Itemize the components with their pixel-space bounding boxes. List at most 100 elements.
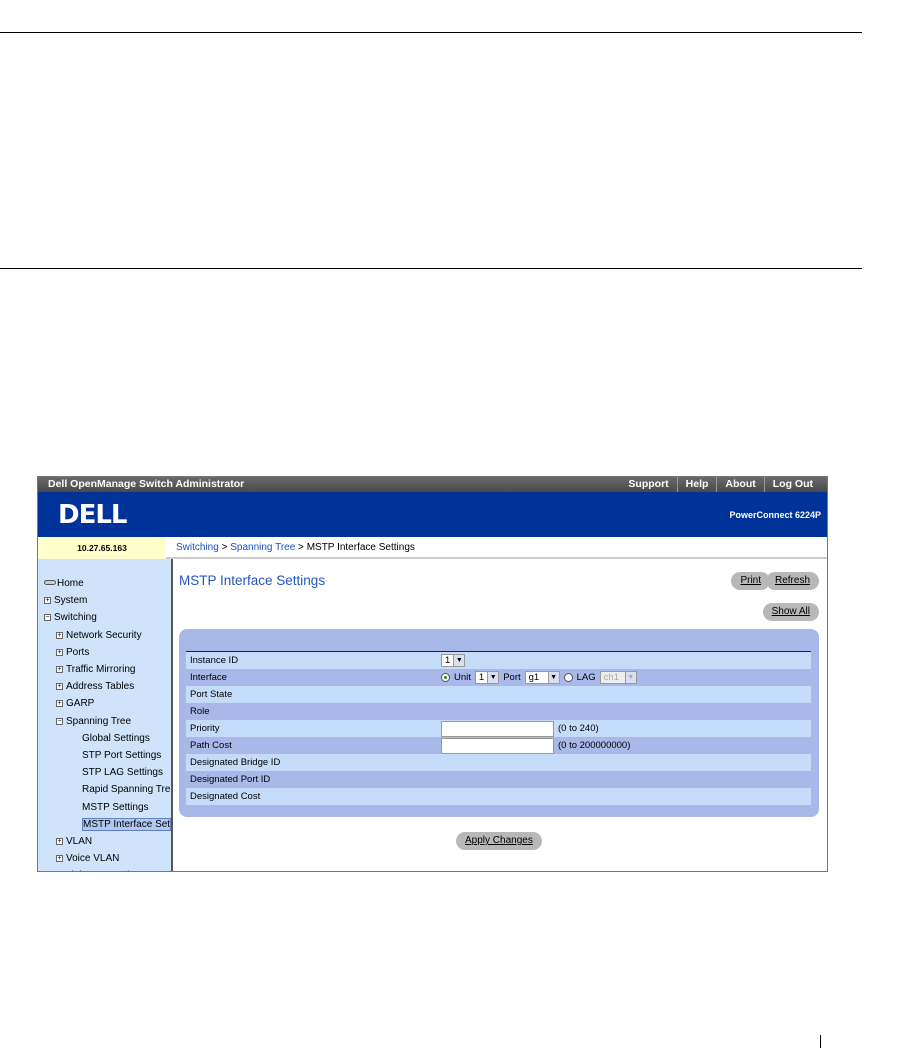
expand-icon[interactable]: + (44, 597, 51, 605)
settings-panel: Instance ID 1 ▼ Interface Unit 1 ▼ Port g1… (179, 629, 819, 817)
sidebar-item[interactable]: − Spanning Tree (56, 716, 131, 727)
title-bar: Dell OpenManage Switch Administrator Sup… (38, 477, 827, 492)
sidebar-item-label: Spanning Tree (66, 715, 132, 727)
section-rule (0, 268, 862, 269)
main-content: MSTP Interface Settings Print Refresh Sh… (173, 559, 827, 871)
sidebar-item-label: Global Settings (82, 732, 150, 744)
sidebar-item[interactable]: STP LAG Settings (82, 767, 163, 778)
app-title: Dell OpenManage Switch Administrator (48, 478, 245, 490)
label: Interface (190, 672, 227, 683)
sidebar-item-label: MSTP Interface Set (82, 817, 172, 831)
lag-label: LAG (576, 672, 596, 683)
chevron-down-icon: ▼ (487, 672, 499, 683)
sidebar-item[interactable]: + GARP (56, 698, 94, 709)
expand-icon[interactable]: + (56, 648, 63, 656)
sidebar-item-label: MSTP Settings (82, 801, 149, 813)
sidebar-item[interactable]: MSTP Interface Set (82, 817, 172, 831)
priority-range: (0 to 240) (558, 723, 599, 734)
label: Port State (190, 689, 233, 700)
row-path-cost: Path Cost (0 to 200000000) (186, 737, 811, 754)
sidebar-item[interactable]: + System (44, 595, 87, 606)
page-margin-mark (820, 1035, 821, 1048)
sidebar-item-label: GARP (66, 698, 95, 710)
port-label: Port (503, 672, 521, 683)
dell-logo: DELL (58, 500, 127, 530)
sidebar-item[interactable]: + VLAN (56, 836, 92, 847)
breadcrumb-sep: > (218, 542, 231, 553)
sidebar-item-label: Rapid Spanning Tre (82, 784, 171, 796)
lag-select[interactable]: ch1 ▼ (599, 671, 637, 684)
sidebar-item-label: Voice VLAN (66, 853, 120, 865)
sidebar-item[interactable]: Home (44, 578, 84, 589)
label: Priority (190, 723, 220, 734)
sidebar-item[interactable]: + Ports (56, 647, 89, 658)
logout-link[interactable]: Log Out (763, 477, 821, 492)
port-select[interactable]: g1 ▼ (524, 671, 560, 684)
sidebar-item-label: STP Port Settings (82, 750, 162, 761)
sidebar-item[interactable]: +Link Aggregation (56, 870, 141, 871)
path-cost-input[interactable] (441, 737, 554, 754)
sidebar-item-label: VLAN (66, 836, 93, 847)
help-link[interactable]: Help (676, 477, 717, 492)
row-designated-port-id: Designated Port ID (186, 771, 811, 788)
row-instance-id: Instance ID 1 ▼ (186, 652, 811, 669)
row-interface: Interface Unit 1 ▼ Port g1 ▼ LAG ch1 ▼ (186, 669, 811, 686)
sidebar-item-label: Address Tables (66, 681, 135, 693)
sidebar-item-label: Home (57, 578, 84, 589)
breadcrumb-spanning-tree[interactable]: Spanning Tree (230, 542, 295, 553)
sidebar-item-label: Network Security (66, 629, 142, 641)
expand-icon[interactable]: + (56, 855, 63, 863)
instance-id-select[interactable]: 1 ▼ (441, 654, 466, 667)
about-link[interactable]: About (716, 477, 763, 492)
row-designated-bridge-id: Designated Bridge ID (186, 754, 811, 771)
expand-icon[interactable]: + (56, 700, 63, 708)
chevron-down-icon: ▼ (453, 655, 465, 666)
sidebar-nav: Home + System − Switching + Network Security + P… (38, 559, 173, 871)
ip-address: 10.27.65.163 (38, 537, 166, 559)
row-port-state: Port State (186, 686, 811, 703)
row-priority: Priority (0 to 240) (186, 720, 811, 737)
header-rule (0, 32, 862, 33)
apply-changes-button[interactable]: Apply Changes (456, 832, 542, 850)
expand-icon[interactable]: + (56, 631, 63, 639)
home-icon[interactable] (44, 580, 56, 585)
sidebar-item[interactable]: Global Settings (82, 733, 150, 744)
sidebar-item[interactable]: Rapid Spanning Tre (82, 784, 170, 795)
priority-input[interactable] (441, 720, 554, 737)
row-designated-cost: Designated Cost (186, 788, 811, 805)
model-name: PowerConnect 6224P (729, 510, 821, 520)
breadcrumb: Switching > Spanning Tree > MSTP Interfa… (166, 537, 827, 559)
unit-select[interactable]: 1 ▼ (474, 671, 500, 684)
row-role: Role (186, 703, 811, 720)
show-all-button[interactable]: Show All (762, 603, 819, 621)
support-link[interactable]: Support (620, 477, 676, 492)
refresh-button[interactable]: Refresh (765, 572, 819, 590)
expand-icon[interactable]: + (56, 666, 63, 673)
sidebar-item[interactable]: MSTP Settings (82, 802, 149, 813)
breadcrumb-switching[interactable]: Switching (176, 542, 219, 553)
label: Instance ID (190, 655, 239, 666)
sidebar-item-label: Traffic Mirroring (66, 664, 136, 675)
sidebar-item[interactable]: + Traffic Mirroring (56, 664, 135, 675)
expand-icon[interactable]: + (56, 838, 63, 845)
unit-label: Unit (454, 672, 471, 683)
sidebar-item[interactable]: + Address Tables (56, 681, 134, 692)
label: Path Cost (190, 740, 232, 751)
sidebar-item-label: Link Aggregation (66, 870, 141, 871)
collapse-icon[interactable]: − (44, 614, 51, 622)
expand-icon[interactable]: + (56, 683, 63, 691)
sidebar-item[interactable]: + Voice VLAN (56, 853, 119, 864)
sidebar-item[interactable]: STP Port Settings (82, 750, 161, 761)
label: Designated Cost (190, 791, 261, 802)
sidebar-item-label: Switching (54, 612, 97, 624)
unit-radio[interactable] (441, 673, 450, 682)
label: Designated Port ID (190, 774, 271, 785)
chevron-down-icon: ▼ (624, 672, 636, 683)
path-cost-range: (0 to 200000000) (558, 740, 631, 751)
collapse-icon[interactable]: − (56, 717, 63, 725)
sidebar-item-label: Ports (66, 646, 90, 658)
lag-radio[interactable] (563, 673, 573, 682)
print-button[interactable]: Print (731, 572, 770, 590)
sidebar-item[interactable]: − Switching (44, 612, 97, 623)
sidebar-item[interactable]: + Network Security (56, 630, 142, 641)
